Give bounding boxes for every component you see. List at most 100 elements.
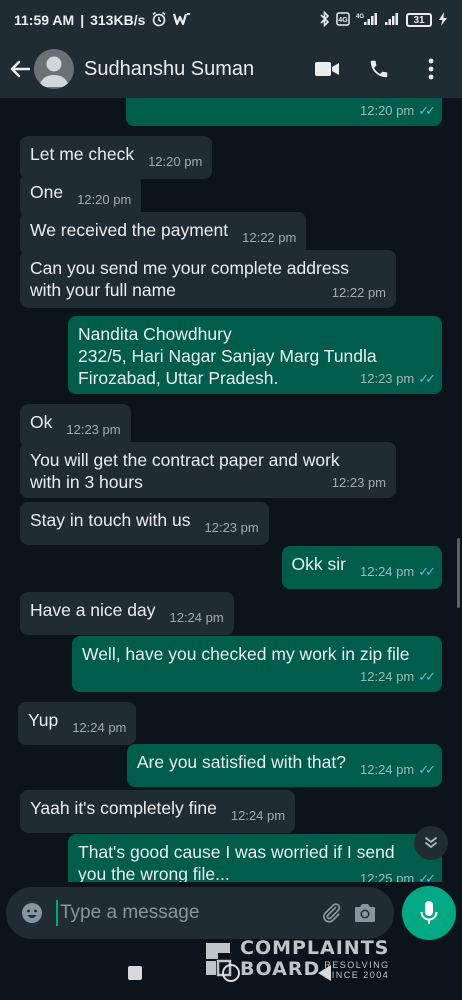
attach-icon[interactable] [314, 896, 348, 930]
recents-button[interactable] [128, 966, 142, 980]
message-text: One [30, 182, 64, 202]
watermark-line1: COMPLAINTS [240, 936, 390, 959]
message-meta: 12:22 pm [332, 282, 386, 304]
message-bubble-incoming[interactable]: You will get the contract paper and work… [20, 442, 396, 498]
message-time: 12:20 pm [360, 103, 415, 118]
message-bubble-outgoing[interactable]: 12:20 pm ✓✓ [126, 98, 442, 126]
message-text: Stay in touch with us [30, 510, 191, 530]
message-bubble-incoming[interactable]: Let me check 12:20 pm [20, 136, 213, 179]
message-meta: 12:24 pm ✓✓ [360, 666, 436, 688]
read-ticks-icon: ✓✓ [418, 103, 436, 118]
message-time: 12:24 pm [360, 762, 415, 777]
mic-button[interactable] [402, 886, 456, 940]
message-time: 12:23 pm [331, 475, 386, 490]
message-bubble-incoming[interactable]: One 12:20 pm [20, 174, 142, 217]
svg-text:4G: 4G [356, 14, 364, 20]
mic-icon [420, 901, 438, 924]
avatar[interactable] [34, 49, 74, 89]
watermark-text: COMPLAINTS BOARD RESOLVING SINCE 2004 [240, 936, 390, 980]
more-vert-icon[interactable] [416, 49, 446, 89]
message-text: Are you satisfied with that? [136, 752, 346, 772]
message-meta: 12:23 pm [66, 419, 120, 441]
message-meta: 12:23 pm [332, 472, 386, 494]
scroll-to-bottom-button[interactable] [414, 826, 448, 860]
watermark-board: BOARD [240, 958, 321, 980]
scrollbar[interactable] [457, 538, 460, 608]
message-bubble-incoming[interactable]: Yup 12:24 pm [18, 702, 137, 745]
signal-icon-2 [384, 12, 400, 29]
message-meta: 12:23 pm [205, 517, 259, 539]
read-ticks-icon: ✓✓ [418, 371, 436, 386]
separator: | [80, 12, 85, 28]
complaints-board-logo-icon [206, 943, 232, 977]
watermark-small: RESOLVING SINCE 2004 [324, 960, 389, 980]
charging-icon [438, 11, 448, 29]
message-time: 12:24 pm [360, 669, 415, 684]
message-meta: 12:20 pm [148, 151, 202, 173]
message-text: Nandita Chowdhury 232/5, Hari Nagar Sanj… [78, 324, 377, 388]
network-speed: 313KB/s [90, 12, 146, 28]
message-time: 12:20 pm [148, 154, 203, 169]
svg-text:4G: 4G [338, 17, 348, 24]
message-bubble-incoming[interactable]: Yaah it's completely fine 12:24 pm [20, 790, 296, 833]
message-text: Let me check [30, 144, 135, 164]
message-bubble-outgoing[interactable]: Okk sir 12:24 pm ✓✓ [281, 546, 442, 589]
message-time: 12:23 pm [204, 520, 259, 535]
watermark-since: SINCE 2004 [324, 969, 390, 980]
emoji-icon[interactable] [18, 899, 46, 927]
message-bubble-outgoing[interactable]: Are you satisfied with that? 12:24 pm ✓✓ [126, 744, 442, 787]
chat-area[interactable]: 12:20 pm ✓✓ Let me check 12:20 pm One 12… [0, 98, 462, 890]
message-text: You will get the contract paper and work… [30, 450, 340, 492]
status-right: 4G 4G 31 [320, 10, 448, 30]
message-time: 12:24 pm [360, 564, 415, 579]
message-bubble-incoming[interactable]: Can you send me your complete address wi… [20, 250, 396, 308]
message-text: Okk sir [291, 554, 346, 574]
message-input[interactable] [56, 900, 314, 926]
status-left: 11:59 AM | 313KB/s [14, 11, 191, 30]
message-text: Well, have you checked my work in zip fi… [82, 644, 410, 664]
read-ticks-icon: ✓✓ [418, 564, 436, 579]
message-bubble-incoming[interactable]: We received the payment 12:22 pm [20, 212, 307, 255]
status-time: 11:59 AM [14, 12, 75, 28]
message-time: 12:24 pm [72, 720, 127, 735]
watermark-line2: BOARD RESOLVING SINCE 2004 [240, 960, 390, 980]
back-arrow-icon[interactable] [8, 49, 32, 89]
message-text: We received the payment [30, 220, 229, 240]
message-meta: 12:20 pm [77, 189, 131, 211]
w-icon [173, 12, 191, 29]
message-time: 12:23 pm [66, 422, 121, 437]
message-bubble-incoming[interactable]: Have a nice day 12:24 pm [20, 592, 234, 635]
message-meta: 12:22 pm [242, 227, 296, 249]
signal-icon-1: 4G [356, 12, 378, 29]
message-time: 12:24 pm [230, 808, 286, 823]
message-time: 12:22 pm [242, 230, 297, 245]
header-actions [312, 49, 454, 89]
message-bubble-outgoing[interactable]: Nandita Chowdhury 232/5, Hari Nagar Sanj… [68, 316, 442, 394]
message-text: Can you send me your complete address wi… [30, 258, 350, 300]
message-text: Yaah it's completely fine [30, 798, 217, 818]
complaints-board-watermark: COMPLAINTS BOARD RESOLVING SINCE 2004 [202, 934, 422, 984]
message-meta: 12:24 pm [231, 805, 285, 827]
message-time: 12:23 pm [360, 371, 415, 386]
contact-name[interactable]: Sudhanshu Suman [84, 58, 312, 81]
camera-icon[interactable] [348, 896, 382, 930]
phone-icon[interactable] [364, 49, 394, 89]
message-bubble-incoming[interactable]: Ok 12:23 pm [20, 404, 131, 447]
message-meta: 12:24 pm [72, 717, 126, 739]
double-chevron-down-icon [425, 837, 437, 848]
avatar-icon [39, 56, 69, 87]
message-time: 12:22 pm [331, 285, 386, 300]
status-bar: 11:59 AM | 313KB/s 4G 4G 31 [0, 0, 462, 40]
chat-header: Sudhanshu Suman [0, 40, 462, 98]
message-bubble-incoming[interactable]: Stay in touch with us 12:23 pm [20, 502, 269, 545]
read-ticks-icon: ✓✓ [418, 669, 436, 684]
message-meta: 12:24 pm ✓✓ [360, 759, 436, 781]
message-text: That's good cause I was worried if I sen… [78, 842, 395, 884]
message-time: 12:20 pm [77, 192, 132, 207]
video-call-icon[interactable] [312, 49, 342, 89]
message-text: Have a nice day [30, 600, 156, 620]
message-meta: 12:23 pm ✓✓ [360, 368, 436, 390]
battery-icon: 31 [406, 13, 432, 27]
message-bubble-outgoing[interactable]: Well, have you checked my work in zip fi… [72, 636, 442, 692]
bluetooth-icon [320, 10, 330, 30]
